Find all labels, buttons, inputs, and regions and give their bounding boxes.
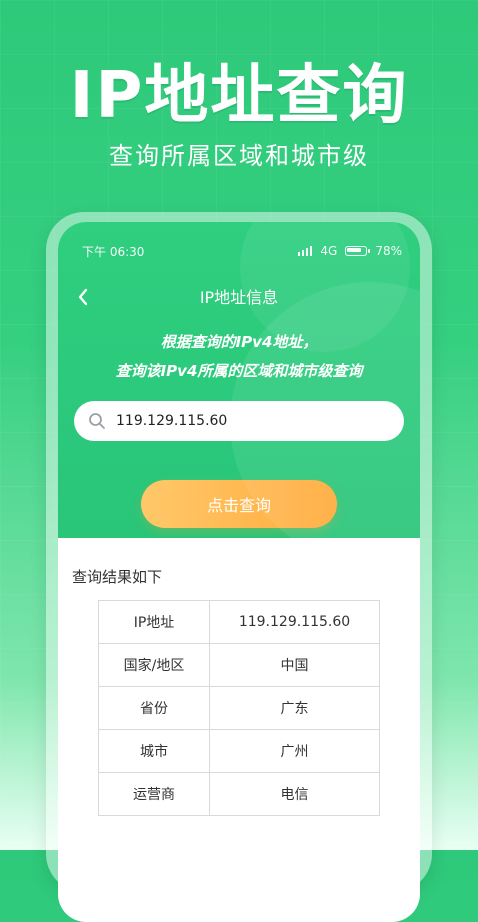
nav-bar: IP地址信息	[58, 282, 420, 310]
result-table: IP地址 119.129.115.60 国家/地区 中国 省份 广东 城市 广州 运营商 电信	[98, 600, 380, 816]
result-value: 广州	[209, 729, 380, 773]
result-title: 查询结果如下	[72, 568, 163, 586]
status-right: 4G 78%	[298, 244, 402, 258]
table-row: 运营商 电信	[98, 772, 380, 816]
hero-title: IP地址查询	[69, 59, 409, 133]
search-input[interactable]	[114, 412, 378, 430]
header-area: 下午 06:30 4G 78% IP地址信息 根据查询的IPv4地址， 查询该I…	[58, 222, 420, 562]
description: 根据查询的IPv4地址， 查询该IPv4所属的区域和城市级查询	[58, 328, 420, 386]
table-row: 省份 广东	[98, 686, 380, 730]
result-label: 城市	[98, 729, 210, 773]
search-icon	[89, 413, 105, 429]
hero-subtitle: 查询所属区域和城市级	[109, 142, 369, 170]
result-label: 省份	[98, 686, 210, 730]
query-button[interactable]: 点击查询	[141, 480, 337, 528]
chevron-left-icon	[78, 288, 88, 306]
table-row: IP地址 119.129.115.60	[98, 600, 380, 644]
network-type: 4G	[320, 244, 338, 258]
phone-frame: 下午 06:30 4G 78% IP地址信息 根据查询的IPv4地址， 查询该I…	[46, 212, 432, 922]
nav-title: IP地址信息	[199, 288, 279, 307]
result-label: IP地址	[98, 600, 210, 644]
result-label: 运营商	[98, 772, 210, 816]
status-time: 下午 06:30	[82, 244, 145, 259]
result-value: 中国	[209, 643, 380, 687]
signal-icon	[298, 246, 313, 256]
status-bar: 下午 06:30 4G 78%	[82, 242, 402, 260]
battery-percent: 78%	[375, 244, 402, 258]
result-label: 国家/地区	[98, 643, 210, 687]
table-row: 国家/地区 中国	[98, 643, 380, 687]
table-row: 城市 广州	[98, 729, 380, 773]
description-line-2: 查询该IPv4所属的区域和城市级查询	[115, 362, 363, 380]
search-box[interactable]	[74, 401, 404, 441]
result-table-body: IP地址 119.129.115.60 国家/地区 中国 省份 广东 城市 广州 运营商 电信	[98, 600, 380, 816]
result-value: 广东	[209, 686, 380, 730]
result-value: 119.129.115.60	[209, 600, 380, 644]
description-line-1: 根据查询的IPv4地址，	[160, 333, 318, 351]
result-value: 电信	[209, 772, 380, 816]
back-button[interactable]	[70, 284, 96, 310]
battery-icon	[345, 246, 371, 256]
phone-screen: 下午 06:30 4G 78% IP地址信息 根据查询的IPv4地址， 查询该I…	[58, 222, 420, 922]
